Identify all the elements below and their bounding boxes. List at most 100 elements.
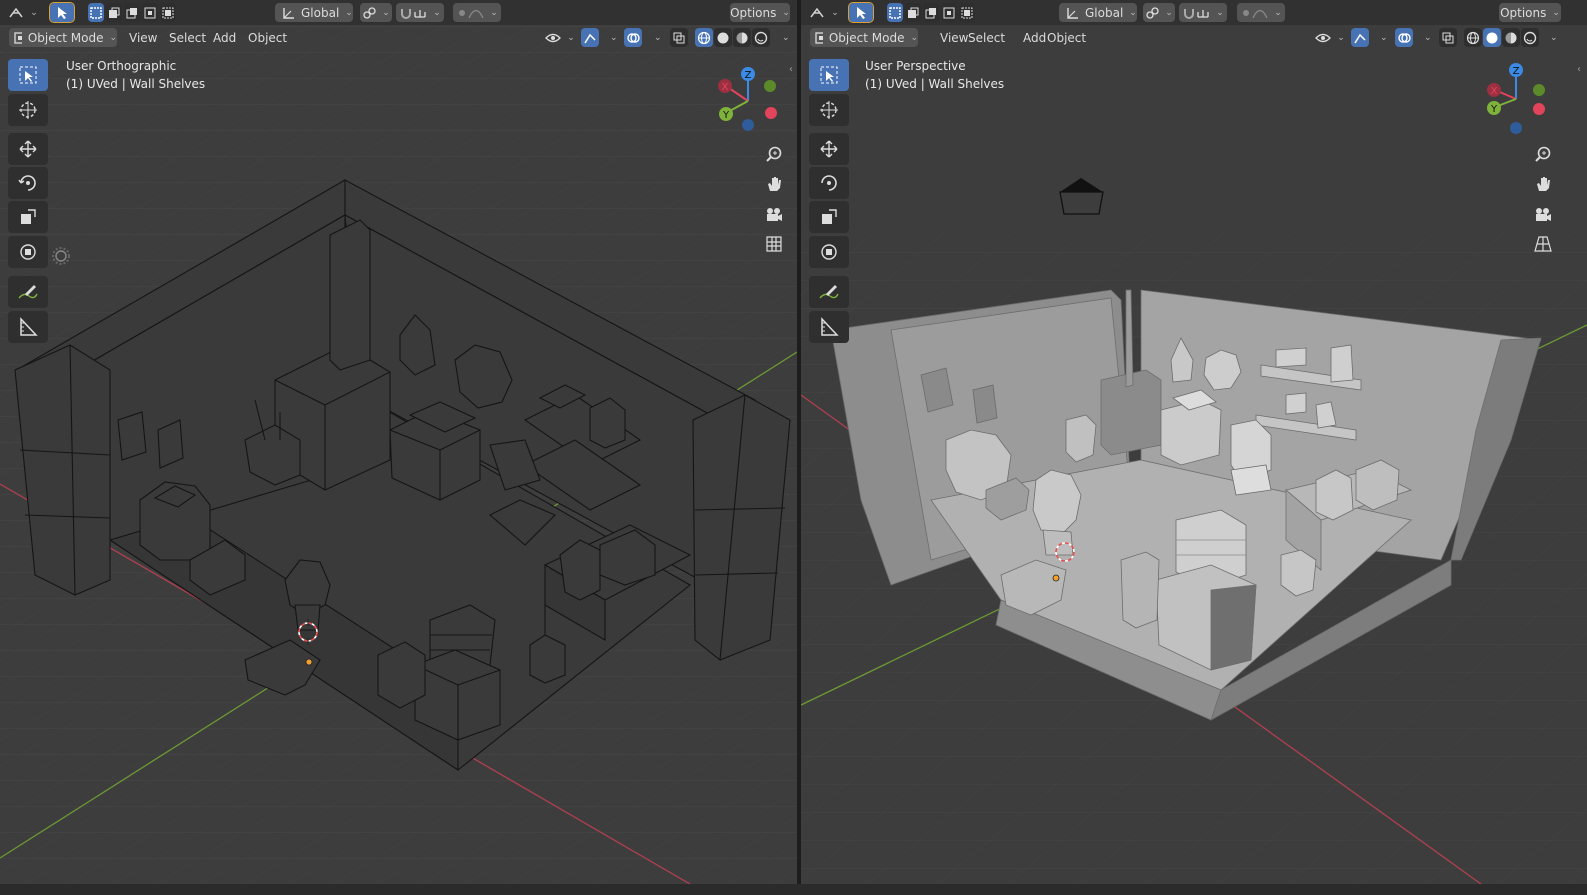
proportional-edit-right[interactable]: ⌄ <box>1237 3 1285 22</box>
tool-settings-gear-icon[interactable] <box>50 245 72 267</box>
tool-select-box-right[interactable] <box>809 59 849 91</box>
gizmo-neg-z-icon-right[interactable] <box>1510 122 1522 134</box>
menu-view[interactable]: View <box>124 29 162 47</box>
menu-select[interactable]: Select <box>164 29 211 47</box>
toggle-ortho-button-right[interactable] <box>1530 231 1556 257</box>
menu-object-right[interactable]: Object <box>1042 29 1091 47</box>
overlay-caret-icon[interactable]: ⌄ <box>654 33 662 43</box>
navigation-gizmo[interactable]: Z X Y <box>710 63 790 143</box>
tool-transform[interactable] <box>8 236 48 268</box>
tool-cursor[interactable] <box>8 94 48 126</box>
xray-toggle-right[interactable] <box>1439 28 1457 47</box>
select-invert-icon[interactable] <box>142 3 158 22</box>
shading-caret-icon[interactable]: ⌄ <box>782 33 790 43</box>
gizmo-neg-z-icon[interactable] <box>742 119 754 131</box>
shading-solid-button[interactable] <box>714 28 732 47</box>
menu-object[interactable]: Object <box>243 29 292 47</box>
options-dropdown[interactable]: Options ⌄ <box>730 3 790 22</box>
snap-toggle-right[interactable]: ⌄ <box>1179 3 1227 22</box>
gizmo-neg-x-icon[interactable] <box>765 107 777 119</box>
select-intersect-icon[interactable] <box>160 3 176 22</box>
scene-solid[interactable] <box>801 0 1587 884</box>
select-box-icon-right <box>820 66 838 84</box>
tool-annotate-right[interactable] <box>809 276 849 308</box>
xray-toggle[interactable] <box>670 28 688 47</box>
tool-cursor-right[interactable] <box>809 94 849 126</box>
mode-dropdown[interactable]: Object Mode ⌄ <box>9 28 117 47</box>
proportional-edit[interactable]: ⌄ <box>453 3 501 22</box>
gizmo-toggle-right[interactable] <box>1351 28 1369 47</box>
tool-move[interactable] <box>8 133 48 165</box>
scale-icon-right <box>822 209 837 224</box>
shading-wireframe-button[interactable] <box>695 28 713 47</box>
shading-rendered-button-right[interactable] <box>1521 28 1539 47</box>
tool-measure-right[interactable] <box>809 311 849 343</box>
transform-icon <box>20 244 36 260</box>
orientation-dropdown[interactable]: Global ⌄ <box>275 3 353 22</box>
gizmo-toggle[interactable] <box>581 28 599 47</box>
zoom-button[interactable] <box>761 141 787 167</box>
editor-type-button[interactable]: ⌄ <box>6 3 40 22</box>
camera-view-button-right[interactable] <box>1530 202 1556 228</box>
navigation-gizmo-right[interactable]: Z X Y <box>1481 63 1561 143</box>
select-subtract-icon-right[interactable] <box>923 3 939 22</box>
tool-annotate[interactable] <box>8 276 48 308</box>
xray-icon-right <box>1442 32 1454 43</box>
menu-select-right[interactable]: Select <box>963 29 1010 47</box>
pivot-dropdown-right[interactable]: ⌄ <box>1143 3 1175 22</box>
select-new-icon-right[interactable] <box>887 3 903 22</box>
select-extend-icon-right[interactable] <box>905 3 921 22</box>
editor-type-button-right[interactable]: ⌄ <box>807 3 841 22</box>
tool-rotate-right[interactable] <box>809 167 849 199</box>
gizmo-neg-y-icon-right[interactable] <box>1533 84 1545 96</box>
tool-measure[interactable] <box>8 311 48 343</box>
menu-add[interactable]: Add <box>208 29 241 47</box>
gizmo-neg-x-icon-right[interactable] <box>1533 103 1545 115</box>
viewport-left[interactable]: ⌄ Global ⌄ ⌄ ⌄ ⌄ Options ⌄ Object Mode ⌄ Vi… <box>0 0 797 884</box>
tool-scale-right[interactable] <box>809 201 849 233</box>
zoom-button-right[interactable] <box>1530 141 1556 167</box>
shading-rendered-button[interactable] <box>752 28 770 47</box>
shading-wireframe-button-right[interactable] <box>1464 28 1482 47</box>
select-extend-icon[interactable] <box>106 3 122 22</box>
select-mode-button-right[interactable] <box>848 2 874 23</box>
camera-view-button[interactable] <box>761 202 787 228</box>
viewport-right[interactable]: ⌄ Global ⌄ ⌄ ⌄ ⌄ Options ⌄ Object Mode ⌄ Vi… <box>801 0 1587 884</box>
gizmo-neg-y-icon[interactable] <box>764 80 776 92</box>
overlay-toggle[interactable] <box>624 28 642 47</box>
pan-button[interactable] <box>761 171 787 197</box>
tool-scale[interactable] <box>8 201 48 233</box>
overlay-icon-right <box>1398 32 1411 43</box>
cursor-icon <box>19 101 37 119</box>
tool-rotate[interactable] <box>8 167 48 199</box>
overlay-toggle-right[interactable] <box>1395 28 1413 47</box>
scene-wireframe[interactable] <box>0 0 797 884</box>
snap-toggle[interactable]: ⌄ <box>396 3 444 22</box>
visibility-dropdown-right[interactable]: ⌄ <box>1313 28 1347 47</box>
material-sphere-icon <box>736 32 748 43</box>
pan-button-right[interactable] <box>1530 171 1556 197</box>
gizmo-caret-icon[interactable]: ⌄ <box>610 33 618 43</box>
mode-dropdown-right[interactable]: Object Mode ⌄ <box>810 28 918 47</box>
select-new-icon[interactable] <box>88 3 104 22</box>
toggle-ortho-button[interactable] <box>761 231 787 257</box>
shading-solid-button-right[interactable] <box>1483 28 1501 47</box>
pivot-dropdown[interactable]: ⌄ <box>360 3 392 22</box>
tool-transform-right[interactable] <box>809 236 849 268</box>
shading-caret-icon-right[interactable]: ⌄ <box>1550 33 1558 43</box>
tool-move-right[interactable] <box>809 133 849 165</box>
orientation-dropdown-right[interactable]: Global ⌄ <box>1059 3 1137 22</box>
gizmo-caret-icon-right[interactable]: ⌄ <box>1380 33 1388 43</box>
sidebar-toggle-icon-right[interactable]: ‹ <box>1577 64 1581 75</box>
options-dropdown-right[interactable]: Options ⌄ <box>1499 3 1561 22</box>
select-mode-button[interactable] <box>49 2 75 23</box>
overlay-caret-icon-right[interactable]: ⌄ <box>1424 33 1432 43</box>
shading-material-button[interactable] <box>733 28 751 47</box>
visibility-dropdown[interactable]: ⌄ <box>543 28 577 47</box>
select-subtract-icon[interactable] <box>124 3 140 22</box>
sidebar-toggle-icon[interactable]: ‹ <box>789 64 793 75</box>
select-invert-icon-right[interactable] <box>941 3 957 22</box>
select-intersect-icon-right[interactable] <box>959 3 975 22</box>
tool-select-box[interactable] <box>8 59 48 91</box>
shading-material-button-right[interactable] <box>1502 28 1520 47</box>
